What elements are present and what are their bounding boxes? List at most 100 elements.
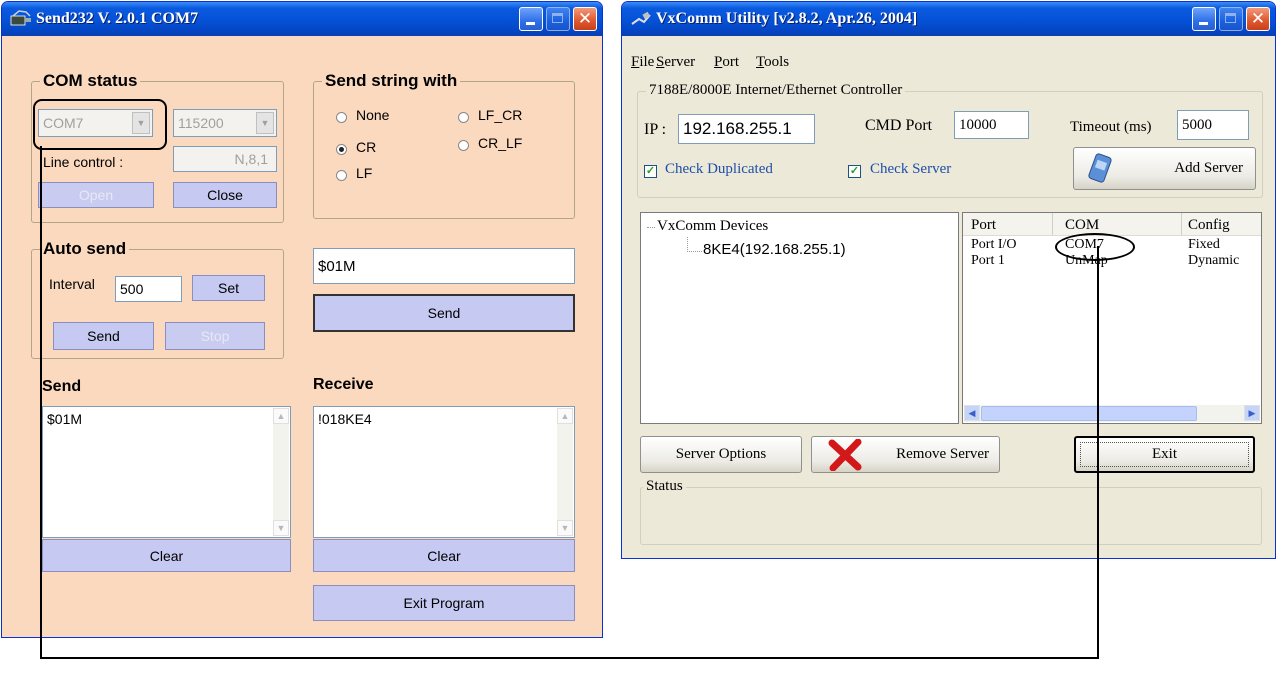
remove-server-label: Remove Server (896, 446, 989, 462)
close-icon: ✕ (1250, 9, 1266, 29)
menu-tools[interactable]: Tools (756, 54, 789, 71)
row-port-io-config[interactable]: Fixed (1188, 237, 1220, 253)
exit-program-button[interactable]: Exit Program (313, 585, 575, 621)
row-port-io-port[interactable]: Port I/O (971, 237, 1017, 253)
com-status-label: COM status (40, 71, 141, 91)
send232-titlebar[interactable]: Send232 V. 2.0.1 COM7 ✕ (2, 2, 602, 36)
scroll-down-icon[interactable]: ▼ (273, 520, 289, 536)
cmd-port-input[interactable]: 10000 (954, 111, 1029, 139)
header-port[interactable]: Port (971, 217, 996, 234)
menu-tools-rest: ools (764, 54, 790, 70)
radio-cr-label: CR (356, 139, 377, 155)
minimize-icon (526, 22, 535, 25)
stop-button[interactable]: Stop (165, 322, 265, 350)
radio-lf-cr[interactable] (458, 112, 469, 123)
radio-cr[interactable] (336, 144, 347, 155)
check-server-checkbox[interactable]: ✓ (848, 165, 861, 178)
connector-line-left (40, 146, 42, 659)
maximize-icon (552, 13, 563, 23)
interval-label: Interval (49, 276, 95, 292)
menu-port-rest: ort (722, 54, 740, 70)
add-server-button[interactable]: Add Server (1073, 147, 1256, 190)
exit-focus-rect (1080, 442, 1249, 467)
controller-group-label: 7188E/8000E Internet/Ethernet Controller (646, 82, 906, 99)
check-duplicated-label: Check Duplicated (665, 161, 773, 177)
interval-input[interactable]: 500 (115, 276, 182, 302)
line-control-field: N,8,1 (173, 146, 277, 172)
baud-rate-value: 115200 (178, 115, 224, 131)
menu-server[interactable]: Server (656, 54, 695, 71)
tree-item-8ke4[interactable]: 8KE4(192.168.255.1) (703, 241, 846, 258)
port-table-hscrollbar[interactable]: ◀ ▶ (964, 405, 1260, 422)
tree-root-vxcomm-devices[interactable]: VxComm Devices (657, 218, 768, 235)
com-port-highlight-rect (33, 99, 167, 150)
close-icon: ✕ (577, 9, 593, 29)
port-table[interactable]: Port COM Config Port I/O COM7 Fixed Port… (962, 212, 1262, 424)
ip-input[interactable]: 192.168.255.1 (678, 114, 815, 144)
scroll-up-icon[interactable]: ▲ (557, 408, 573, 424)
check-server-label: Check Server (870, 161, 952, 177)
send-section-label: Send (42, 378, 82, 395)
menu-server-rest: erver (664, 54, 696, 70)
open-button[interactable]: Open (38, 182, 154, 208)
timeout-label: Timeout (ms) (1070, 119, 1152, 135)
command-input[interactable]: $01M (313, 248, 575, 284)
set-interval-button[interactable]: Set (192, 275, 265, 301)
header-com[interactable]: COM (1065, 217, 1099, 234)
send232-title: Send232 V. 2.0.1 COM7 (36, 10, 199, 27)
send-text: $01M (47, 411, 83, 427)
send-text-area[interactable]: $01M ▲ ▼ (42, 406, 291, 538)
radio-none[interactable] (336, 112, 347, 123)
clear-receive-button[interactable]: Clear (313, 539, 575, 572)
close-port-button[interactable]: Close (173, 182, 277, 208)
scroll-left-icon[interactable]: ◀ (964, 405, 980, 421)
send-command-button[interactable]: Send (313, 294, 575, 332)
plug-icon (631, 11, 651, 25)
radio-lf[interactable] (336, 170, 347, 181)
send-scrollbar[interactable]: ▲ ▼ (273, 408, 289, 536)
com7-highlight-ellipse (1055, 233, 1135, 261)
device-tree[interactable]: VxComm Devices 8KE4(192.168.255.1) (640, 212, 959, 424)
exit-button[interactable]: Exit (1074, 436, 1255, 473)
receive-scrollbar[interactable]: ▲ ▼ (557, 408, 573, 536)
connector-line-right (1097, 246, 1099, 659)
receive-text-area[interactable]: !018KE4 ▲ ▼ (313, 406, 575, 538)
remove-server-button[interactable]: Remove Server (811, 436, 1000, 473)
server-options-button[interactable]: Server Options (640, 436, 802, 473)
maximize-button[interactable] (1219, 7, 1243, 31)
auto-send-button[interactable]: Send (53, 322, 154, 350)
col-divider-1 (1052, 213, 1053, 235)
minimize-button[interactable] (1192, 7, 1216, 31)
radio-cr-lf-label: CR_LF (478, 135, 523, 151)
scroll-down-icon[interactable]: ▼ (557, 520, 573, 536)
minimize-button[interactable] (519, 7, 543, 31)
line-control-value: N,8,1 (234, 151, 268, 167)
row-port-1-port[interactable]: Port 1 (971, 253, 1005, 269)
close-button[interactable]: ✕ (1246, 7, 1270, 31)
menu-port[interactable]: Port (714, 54, 739, 71)
tree-connector-root (647, 227, 655, 228)
timeout-input[interactable]: 5000 (1177, 110, 1249, 140)
vxcomm-window: VxComm Utility [v2.8.2, Apr.26, 2004] ✕ … (621, 1, 1276, 559)
cmd-port-label: CMD Port (865, 117, 933, 134)
auto-send-label: Auto send (40, 239, 130, 259)
status-group: Status (640, 478, 1262, 545)
close-button[interactable]: ✕ (573, 7, 597, 31)
menu-file[interactable]: File (631, 54, 654, 71)
ip-label: IP : (644, 121, 667, 138)
clear-send-button[interactable]: Clear (42, 539, 291, 572)
scroll-thumb[interactable] (981, 406, 1197, 421)
scroll-up-icon[interactable]: ▲ (273, 408, 289, 424)
header-config[interactable]: Config (1188, 217, 1230, 234)
maximize-button[interactable] (546, 7, 570, 31)
menu-tools-key: T (756, 54, 765, 70)
radio-cr-lf[interactable] (458, 140, 469, 151)
scroll-right-icon[interactable]: ▶ (1244, 405, 1260, 421)
red-x-icon (828, 439, 862, 471)
add-server-label: Add Server (1174, 160, 1243, 176)
baud-rate-select[interactable]: 115200 ▼ (173, 109, 277, 137)
row-port-1-config[interactable]: Dynamic (1188, 253, 1239, 269)
check-duplicated-checkbox[interactable]: ✓ (644, 165, 657, 178)
vxcomm-titlebar[interactable]: VxComm Utility [v2.8.2, Apr.26, 2004] ✕ (622, 2, 1275, 36)
line-control-label: Line control : (43, 154, 124, 170)
